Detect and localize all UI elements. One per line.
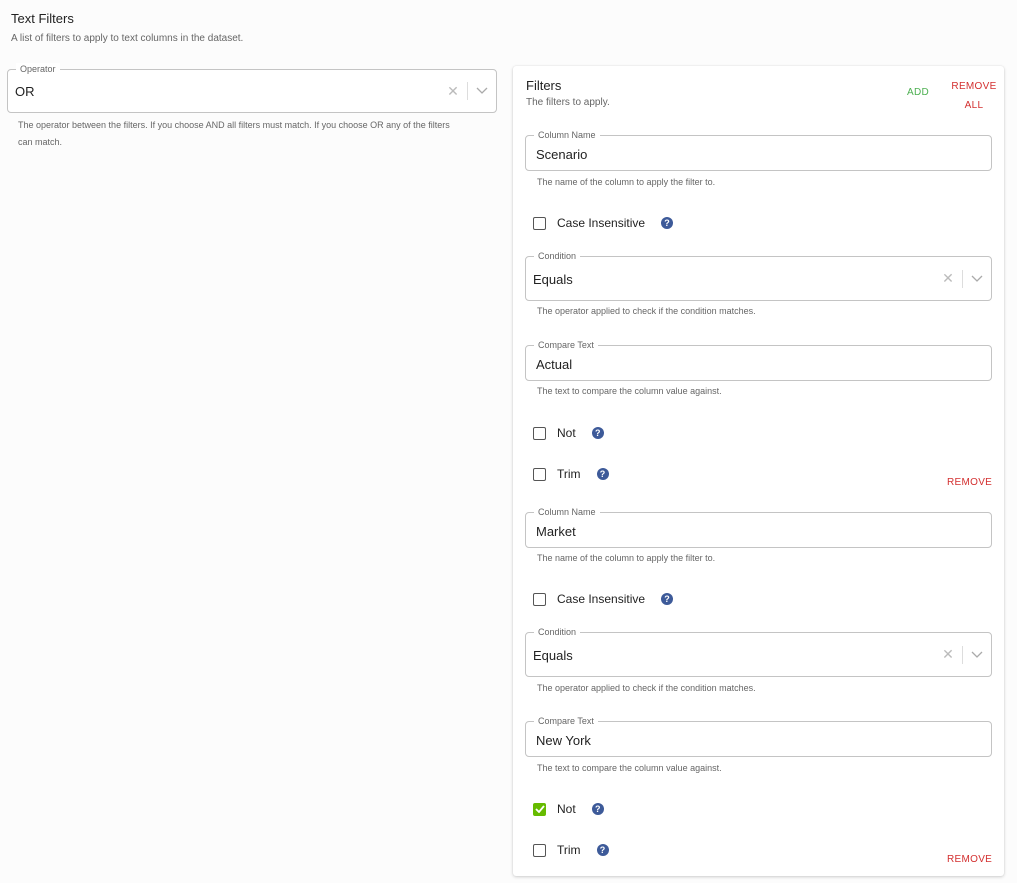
case-insensitive-checkbox[interactable] (533, 592, 546, 606)
remove-all-button[interactable]: REMOVE ALL (950, 77, 998, 115)
compare-text-field[interactable]: Compare Text New York (525, 715, 992, 757)
not-checkbox[interactable] (533, 426, 546, 440)
close-icon[interactable]: ✕ (940, 270, 956, 287)
question-circle-icon[interactable]: ? (591, 803, 604, 815)
filters-description: The filters to apply. (526, 97, 610, 108)
column-name-value: Scenario (536, 147, 588, 162)
column-name-helper: The name of the column to apply the filt… (537, 553, 716, 563)
condition-value: Equals (533, 648, 573, 663)
column-name-value: Market (536, 524, 576, 539)
trim-checkbox[interactable] (533, 843, 546, 857)
compare-text-value: New York (536, 733, 591, 748)
column-name-helper: The name of the column to apply the filt… (537, 177, 716, 187)
case-insensitive-checkbox[interactable] (533, 216, 546, 230)
operator-value: OR (15, 84, 35, 99)
not-checkbox[interactable] (533, 802, 546, 816)
condition-label: Condition (534, 250, 581, 262)
close-icon[interactable]: ✕ (445, 83, 461, 100)
case-insensitive-row: Case Insensitive ? (533, 216, 674, 230)
checkmark-icon (534, 805, 545, 813)
case-insensitive-label: Case Insensitive (557, 216, 646, 230)
remove-filter-button[interactable]: REMOVE (947, 854, 992, 865)
not-row: Not ? (533, 426, 604, 440)
select-separator (962, 269, 963, 288)
trim-label: Trim (557, 843, 581, 857)
operator-label: Operator (16, 63, 60, 75)
question-circle-icon[interactable]: ? (661, 217, 674, 229)
question-circle-icon[interactable]: ? (596, 468, 609, 480)
not-label: Not (557, 802, 576, 816)
compare-text-field[interactable]: Compare Text Actual (525, 339, 992, 381)
condition-select[interactable]: Condition Equals ✕ (525, 250, 992, 301)
remove-filter-button[interactable]: REMOVE (947, 477, 992, 488)
condition-helper: The operator applied to check if the con… (537, 306, 756, 316)
select-separator (962, 645, 963, 664)
condition-label: Condition (534, 626, 581, 638)
not-label: Not (557, 426, 576, 440)
select-separator (467, 82, 468, 100)
column-name-label: Column Name (534, 129, 600, 141)
filters-panel: Filters The filters to apply. ADD REMOVE… (513, 66, 1004, 876)
compare-text-value: Actual (536, 357, 573, 372)
compare-text-label: Compare Text (534, 339, 598, 351)
operator-select[interactable]: Operator OR ✕ (7, 63, 497, 113)
trim-row: Trim ? (533, 467, 609, 481)
compare-text-helper: The text to compare the column value aga… (537, 763, 722, 773)
page-description: A list of filters to apply to text colum… (11, 33, 244, 44)
operator-helper: The operator between the filters. If you… (18, 120, 450, 147)
not-row: Not ? (533, 802, 604, 816)
condition-value: Equals (533, 272, 573, 287)
condition-select[interactable]: Condition Equals ✕ (525, 626, 992, 677)
question-circle-icon[interactable]: ? (661, 593, 674, 605)
column-name-label: Column Name (534, 506, 600, 518)
column-name-field[interactable]: Column Name Scenario (525, 129, 992, 171)
compare-text-label: Compare Text (534, 715, 598, 727)
case-insensitive-label: Case Insensitive (557, 592, 646, 606)
trim-row: Trim ? (533, 843, 609, 857)
trim-label: Trim (557, 467, 581, 481)
chevron-down-icon[interactable] (969, 271, 985, 287)
question-circle-icon[interactable]: ? (596, 844, 609, 856)
chevron-down-icon[interactable] (474, 83, 490, 99)
column-name-field[interactable]: Column Name Market (525, 506, 992, 548)
close-icon[interactable]: ✕ (940, 646, 956, 663)
compare-text-helper: The text to compare the column value aga… (537, 386, 722, 396)
condition-helper: The operator applied to check if the con… (537, 683, 756, 693)
case-insensitive-row: Case Insensitive ? (533, 592, 674, 606)
filters-title: Filters (526, 78, 562, 93)
trim-checkbox[interactable] (533, 467, 546, 481)
chevron-down-icon[interactable] (969, 647, 985, 663)
add-filter-button[interactable]: ADD (907, 87, 929, 98)
question-circle-icon[interactable]: ? (591, 427, 604, 439)
page-title: Text Filters (11, 11, 74, 26)
